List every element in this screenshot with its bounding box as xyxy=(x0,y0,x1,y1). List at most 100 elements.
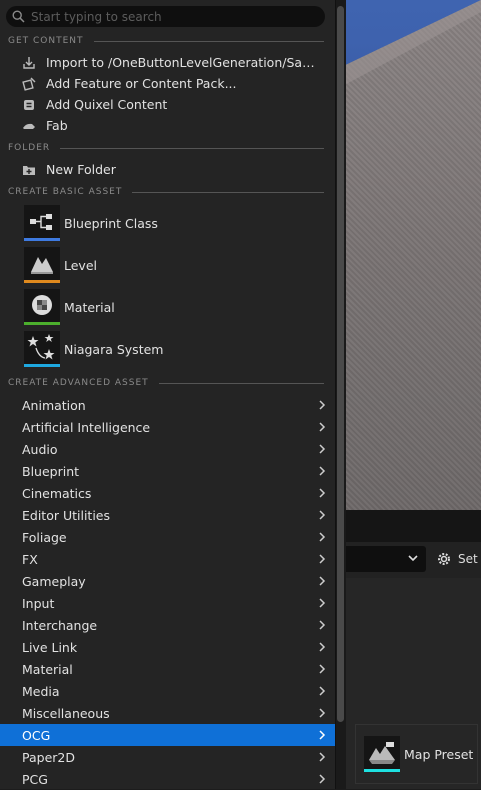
asset-niagara-system[interactable]: Niagara System xyxy=(0,329,335,369)
section-label: GET CONTENT xyxy=(8,36,84,46)
menu-item-label: Import to /OneButtonLevelGeneration/Samp… xyxy=(46,55,326,70)
import-icon xyxy=(22,56,36,70)
search-box[interactable] xyxy=(6,6,325,27)
divider xyxy=(158,382,324,384)
chevron-right-icon xyxy=(319,664,326,674)
submenu-label: Miscellaneous xyxy=(22,705,110,721)
submenu-ocg[interactable]: OCG xyxy=(0,724,335,746)
submenu-label: Live Link xyxy=(22,639,78,655)
menu-item-quixel[interactable]: Add Quixel Content xyxy=(0,94,335,115)
menu-item-add-feature[interactable]: Add Feature or Content Pack... xyxy=(0,73,335,94)
ocg-submenu: Map Preset xyxy=(355,724,478,784)
menu-item-label: New Folder xyxy=(46,162,116,177)
submenu-label: Artificial Intelligence xyxy=(22,419,151,435)
new-folder-icon xyxy=(22,163,36,177)
chevron-right-icon xyxy=(319,444,326,454)
gear-icon xyxy=(438,553,450,565)
chevron-down-icon xyxy=(408,555,418,562)
asset-color-bar xyxy=(24,364,60,367)
level-viewport[interactable] xyxy=(335,0,481,510)
details-dropdown[interactable] xyxy=(341,546,426,572)
section-label: CREATE BASIC ASSET xyxy=(8,187,123,197)
section-label: FOLDER xyxy=(8,143,51,153)
submenu-input[interactable]: Input xyxy=(0,592,335,614)
submenu-pcg[interactable]: PCG xyxy=(0,768,335,790)
asset-color-bar xyxy=(24,238,60,241)
section-create-advanced: CREATE ADVANCED ASSET xyxy=(8,377,324,389)
menu-item-import[interactable]: Import to /OneButtonLevelGeneration/Samp… xyxy=(0,52,335,73)
scrollbar-thumb[interactable] xyxy=(337,6,344,722)
submenu-media[interactable]: Media xyxy=(0,680,335,702)
menu-item-label: Add Feature or Content Pack... xyxy=(46,76,237,91)
add-content-menu: GET CONTENT Import to /OneButtonLevelGen… xyxy=(0,0,336,789)
submenu-miscellaneous[interactable]: Miscellaneous xyxy=(0,702,335,724)
submenu-label: Foliage xyxy=(22,529,67,545)
submenu-label: Gameplay xyxy=(22,573,86,589)
menu-item-new-folder[interactable]: New Folder xyxy=(0,159,335,180)
material-icon xyxy=(24,289,60,325)
submenu-interchange[interactable]: Interchange xyxy=(0,614,335,636)
submenu-cinematics[interactable]: Cinematics xyxy=(0,482,335,504)
chevron-right-icon xyxy=(319,620,326,630)
submenu-artificial-intelligence[interactable]: Artificial Intelligence xyxy=(0,416,335,438)
chevron-right-icon xyxy=(319,400,326,410)
chevron-right-icon xyxy=(319,598,326,608)
submenu-editor-utilities[interactable]: Editor Utilities xyxy=(0,504,335,526)
submenu-label: Blueprint xyxy=(22,463,80,479)
menu-item-label: Add Quixel Content xyxy=(46,97,168,112)
level-icon xyxy=(24,247,60,283)
submenu-animation[interactable]: Animation xyxy=(0,394,335,416)
submenu-fx[interactable]: FX xyxy=(0,548,335,570)
quixel-icon xyxy=(22,98,36,112)
chevron-right-icon xyxy=(319,708,326,718)
chevron-right-icon xyxy=(319,730,326,740)
blueprint-class-icon xyxy=(24,205,60,241)
map-preset-item[interactable]: Map Preset xyxy=(404,747,473,762)
menu-scrollbar[interactable] xyxy=(336,0,346,789)
submenu-label: Animation xyxy=(22,397,86,413)
submenu-foliage[interactable]: Foliage xyxy=(0,526,335,548)
menu-item-label: Fab xyxy=(46,118,68,133)
submenu-blueprint[interactable]: Blueprint xyxy=(0,460,335,482)
content-pack-icon xyxy=(22,77,36,91)
menu-item-fab[interactable]: Fab xyxy=(0,115,335,136)
divider xyxy=(93,40,324,42)
submenu-gameplay[interactable]: Gameplay xyxy=(0,570,335,592)
chevron-right-icon xyxy=(319,686,326,696)
niagara-system-icon xyxy=(24,331,60,367)
submenu-live-link[interactable]: Live Link xyxy=(0,636,335,658)
viewport-bottom-strip xyxy=(335,510,481,542)
divider xyxy=(60,147,324,149)
settings-label: Set xyxy=(458,552,478,566)
submenu-paper2d[interactable]: Paper2D xyxy=(0,746,335,768)
chevron-right-icon xyxy=(319,422,326,432)
asset-label: Niagara System xyxy=(64,341,164,357)
submenu-label: Interchange xyxy=(22,617,98,633)
asset-label: Material xyxy=(64,299,115,315)
submenu-label: Cinematics xyxy=(22,485,92,501)
asset-color-bar xyxy=(24,322,60,325)
submenu-label: Input xyxy=(22,595,55,611)
section-create-basic: CREATE BASIC ASSET xyxy=(8,186,324,198)
submenu-audio[interactable]: Audio xyxy=(0,438,335,460)
asset-material[interactable]: Material xyxy=(0,287,335,327)
submenu-label: PCG xyxy=(22,771,48,787)
asset-blueprint-class[interactable]: Blueprint Class xyxy=(0,203,335,243)
settings-button[interactable]: Set xyxy=(436,548,481,570)
chevron-right-icon xyxy=(319,488,326,498)
chevron-right-icon xyxy=(319,532,326,542)
asset-label: Blueprint Class xyxy=(64,215,158,231)
submenu-material[interactable]: Material xyxy=(0,658,335,680)
asset-color-bar xyxy=(24,280,60,283)
search-input[interactable] xyxy=(31,9,311,24)
asset-color-bar xyxy=(364,769,400,772)
submenu-label: Audio xyxy=(22,441,58,457)
asset-level[interactable]: Level xyxy=(0,245,335,285)
chevron-right-icon xyxy=(319,774,326,784)
chevron-right-icon xyxy=(319,642,326,652)
chevron-right-icon xyxy=(319,554,326,564)
section-get-content: GET CONTENT xyxy=(8,35,324,47)
search-icon xyxy=(12,10,25,23)
submenu-label: Paper2D xyxy=(22,749,75,765)
submenu-label: Editor Utilities xyxy=(22,507,111,523)
